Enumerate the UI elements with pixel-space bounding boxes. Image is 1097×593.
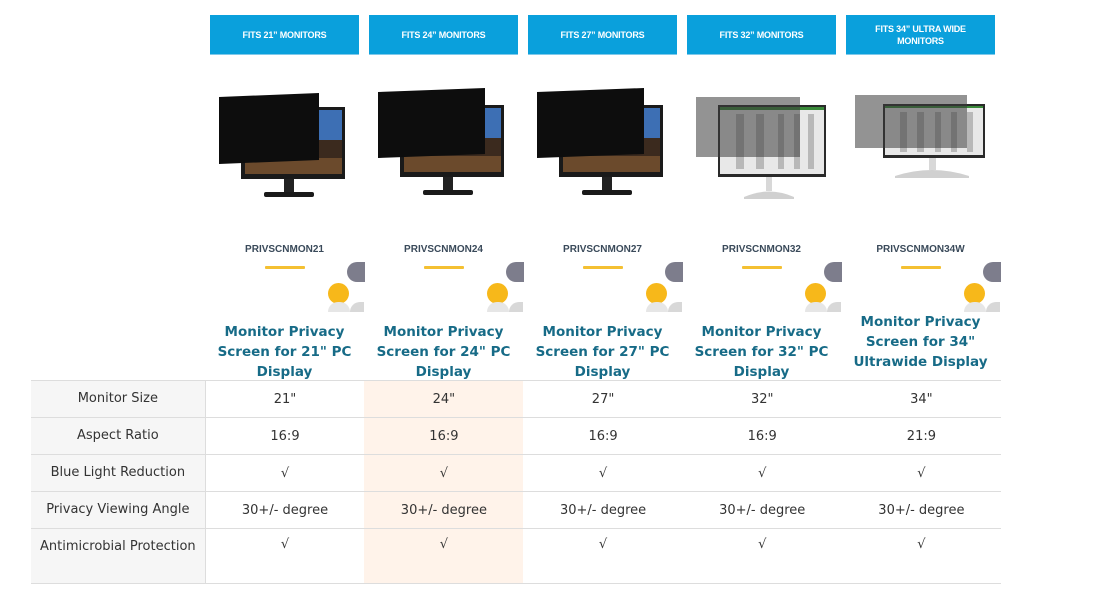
product-sku: PRIVSCNMON32: [722, 244, 801, 255]
sku-underline: [742, 266, 782, 269]
product-column-21: FITS 21” MONITORS PRIVSCNMON21 Monitor P…: [205, 0, 365, 380]
table-cell: 30+/- degree: [682, 491, 842, 529]
decorative-yellow-circle: [964, 283, 985, 304]
table-row: Antimicrobial Protection √ √ √ √ √: [31, 528, 1001, 584]
sku-underline: [901, 266, 941, 269]
product-column-32: FITS 32” MONITORS PRIVSCNMON32 Monitor P…: [682, 0, 842, 380]
decorative-light-circle: [328, 302, 350, 312]
sku-underline: [424, 266, 464, 269]
row-label: Aspect Ratio: [31, 417, 206, 455]
product-title-link[interactable]: Monitor Privacy Screen for 34" Ultrawide…: [837, 312, 1004, 372]
sku-underline: [265, 266, 305, 269]
table-cell: 30+/- degree: [205, 491, 365, 529]
decorative-gray-circle: [506, 262, 524, 282]
decorative-yellow-circle: [487, 283, 508, 304]
decorative-light-circle: [805, 302, 827, 312]
fit-size-banner: FITS 21” MONITORS: [210, 15, 359, 55]
check-icon: √: [364, 528, 524, 584]
fit-size-banner: FITS 27” MONITORS: [528, 15, 677, 55]
product-column-24: FITS 24” MONITORS PRIVSCNMON24 Monitor P…: [364, 0, 524, 380]
table-cell: 27": [523, 380, 683, 418]
dark-privacy-monitor-icon[interactable]: [378, 80, 508, 205]
product-sku: PRIVSCNMON27: [563, 244, 642, 255]
decorative-gray-circle: [665, 262, 683, 282]
fit-size-banner: FITS 24” MONITORS: [369, 15, 518, 55]
decorative-light-circle: [668, 302, 682, 312]
table-cell: 21": [205, 380, 365, 418]
fit-size-banner: FITS 34” ULTRA WIDE MONITORS: [846, 15, 995, 55]
decorative-light-circle: [509, 302, 523, 312]
table-cell: 24": [364, 380, 524, 418]
decorative-light-circle: [986, 302, 1000, 312]
decorative-light-circle: [964, 302, 986, 312]
dark-privacy-monitor-icon[interactable]: [537, 80, 667, 205]
fit-size-banner: FITS 32” MONITORS: [687, 15, 836, 55]
row-label: Monitor Size: [31, 380, 206, 418]
table-cell: 30+/- degree: [523, 491, 683, 529]
comparison-table: Monitor Size 21" 24" 27" 32" 34" Aspect …: [31, 380, 1001, 584]
decorative-gray-circle: [983, 262, 1001, 282]
row-label: Privacy Viewing Angle: [31, 491, 206, 529]
check-icon: √: [205, 528, 365, 584]
product-header-row: FITS 21” MONITORS PRIVSCNMON21 Monitor P…: [205, 0, 1001, 380]
check-icon: √: [523, 454, 683, 492]
product-title-link[interactable]: Monitor Privacy Screen for 21" PC Displa…: [201, 322, 368, 382]
decorative-light-circle: [487, 302, 509, 312]
table-cell: 16:9: [523, 417, 683, 455]
table-cell: 16:9: [364, 417, 524, 455]
decorative-yellow-circle: [328, 283, 349, 304]
check-icon: √: [682, 528, 842, 584]
decorative-yellow-circle: [805, 283, 826, 304]
check-icon: √: [205, 454, 365, 492]
decorative-light-circle: [827, 302, 841, 312]
product-title-link[interactable]: Monitor Privacy Screen for 32" PC Displa…: [678, 322, 845, 382]
product-title-link[interactable]: Monitor Privacy Screen for 24" PC Displa…: [360, 322, 527, 382]
check-icon: √: [841, 528, 1001, 584]
product-column-34w: FITS 34” ULTRA WIDE MONITORS PRIVSCNMON3…: [841, 0, 1001, 380]
table-cell: 32": [682, 380, 842, 418]
table-cell: 21:9: [841, 417, 1001, 455]
product-column-27: FITS 27” MONITORS PRIVSCNMON27 Monitor P…: [523, 0, 683, 380]
table-cell: 16:9: [205, 417, 365, 455]
table-cell: 16:9: [682, 417, 842, 455]
table-cell: 30+/- degree: [841, 491, 1001, 529]
ultrawide-privacy-monitor-icon[interactable]: [855, 80, 985, 205]
check-icon: √: [841, 454, 1001, 492]
product-title-link[interactable]: Monitor Privacy Screen for 27" PC Displa…: [519, 322, 686, 382]
table-row: Blue Light Reduction √ √ √ √ √: [31, 454, 1001, 492]
check-icon: √: [682, 454, 842, 492]
check-icon: √: [364, 454, 524, 492]
decorative-light-circle: [646, 302, 668, 312]
decorative-yellow-circle: [646, 283, 667, 304]
product-sku: PRIVSCNMON21: [245, 244, 324, 255]
check-icon: √: [523, 528, 683, 584]
product-sku: PRIVSCNMON24: [404, 244, 483, 255]
table-cell: 30+/- degree: [364, 491, 524, 529]
decorative-gray-circle: [347, 262, 365, 282]
table-cell: 34": [841, 380, 1001, 418]
table-row: Aspect Ratio 16:9 16:9 16:9 16:9 21:9: [31, 417, 1001, 455]
row-label: Antimicrobial Protection: [31, 528, 206, 584]
sku-underline: [583, 266, 623, 269]
table-row: Privacy Viewing Angle 30+/- degree 30+/-…: [31, 491, 1001, 529]
dark-privacy-monitor-icon[interactable]: [219, 80, 349, 205]
gray-privacy-monitor-icon[interactable]: [696, 80, 826, 205]
decorative-gray-circle: [824, 262, 842, 282]
decorative-light-circle: [350, 302, 364, 312]
row-label: Blue Light Reduction: [31, 454, 206, 492]
table-row: Monitor Size 21" 24" 27" 32" 34": [31, 380, 1001, 418]
product-sku: PRIVSCNMON34W: [876, 244, 965, 255]
